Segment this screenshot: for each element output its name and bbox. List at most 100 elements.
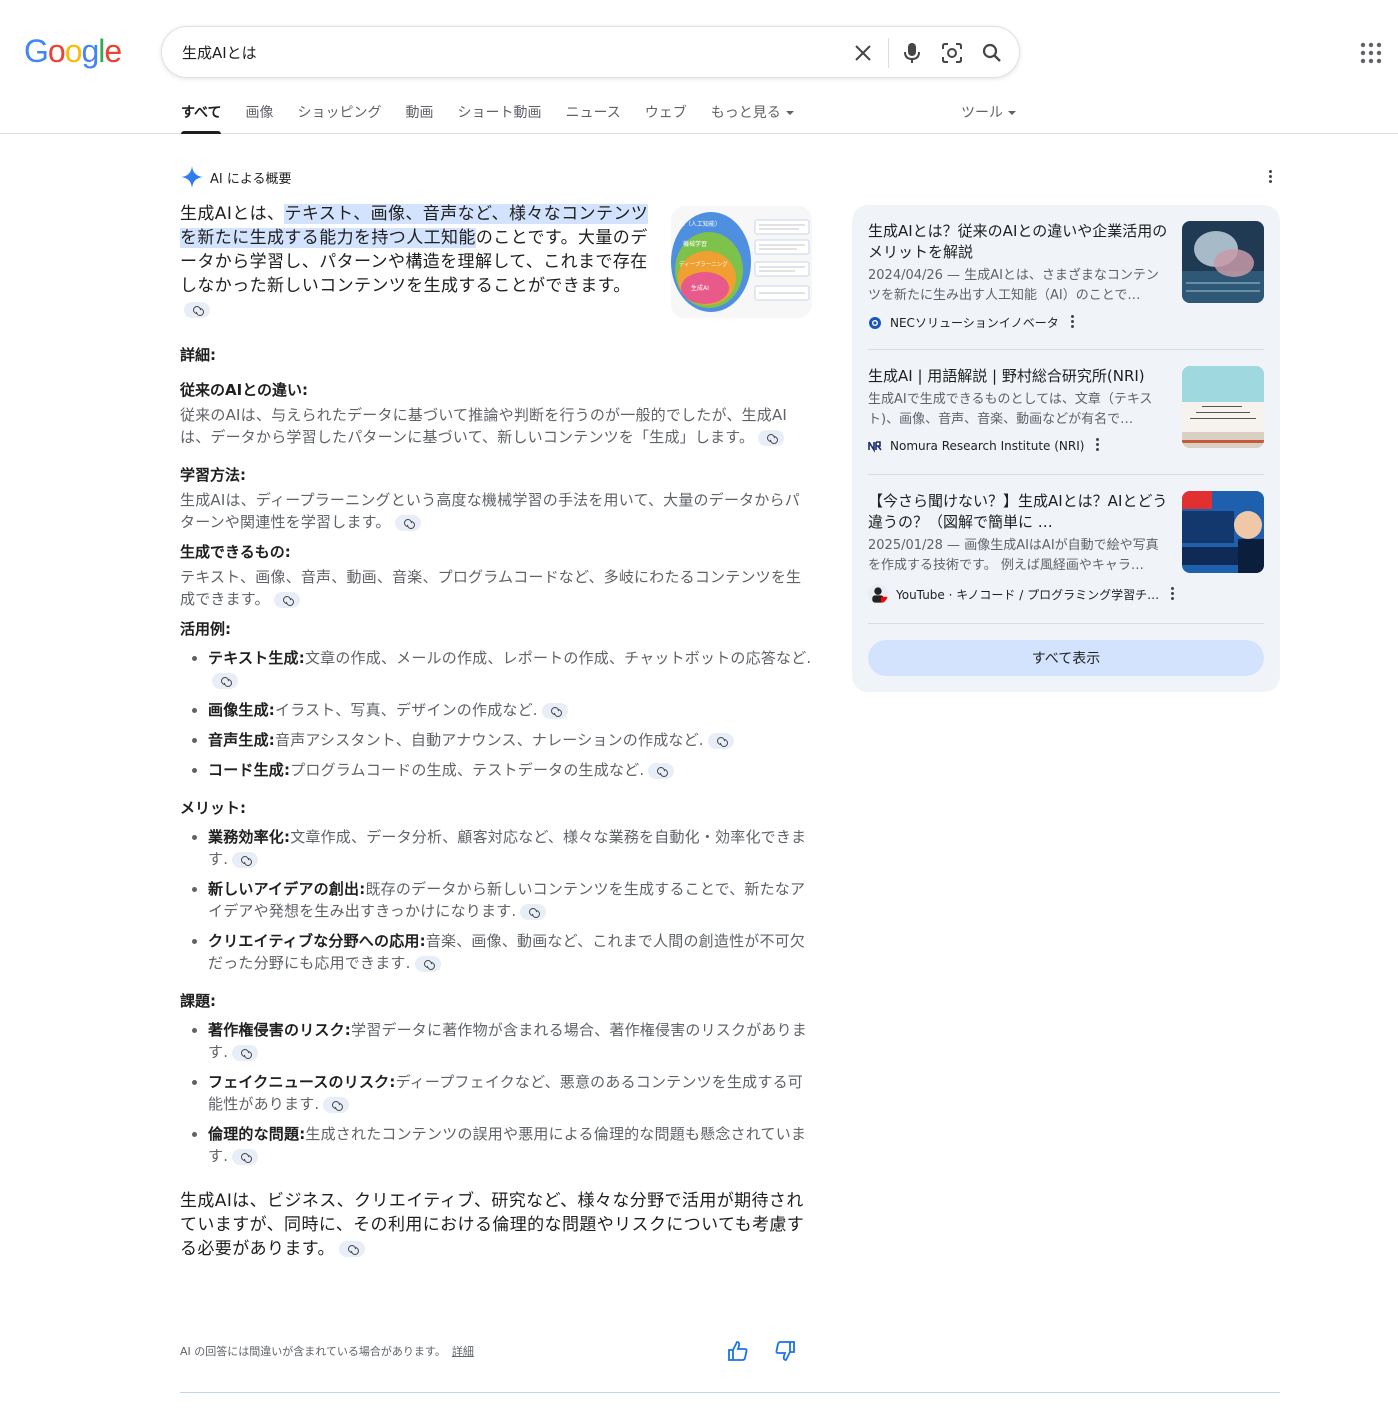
tab-all[interactable]: すべて — [181, 102, 222, 134]
search-box[interactable]: 生成AIとは — [161, 26, 1020, 78]
citation-link-icon[interactable] — [232, 851, 259, 868]
search-tabs: すべて 画像 ショッピング 動画 ショート動画 ニュース ウェブ もっと見る — [181, 102, 818, 134]
list-item: 画像生成:イラスト、写真、デザインの作成など. — [208, 699, 812, 721]
citation-link-icon[interactable] — [758, 429, 785, 446]
merit-list: 業務効率化:文章作成、データ分析、顧客対応など、様々な業務を自動化・効率化できま… — [180, 826, 812, 974]
source-card[interactable]: 生成AI | 用語解説 | 野村総合研究所(NRI) 生成AIで生成できるものと… — [868, 366, 1264, 453]
source-thumbnail[interactable] — [1182, 491, 1264, 573]
ai-overview-header: AI による概要 — [180, 165, 291, 189]
chevron-down-icon — [1008, 111, 1016, 115]
learn-text: 生成AIは、ディープラーニングという高度な機械学習の手法を用いて、大量のデータか… — [180, 491, 800, 531]
citation-link-icon[interactable] — [648, 762, 675, 779]
sources-panel: 生成AIとは？従来のAIとの違いや企業活用のメリットを解説 2024/04/26… — [852, 205, 1280, 692]
source-card[interactable]: 【今さら聞けない？】生成AIとは？AIとどう違うの？（図解で簡単に … 2025… — [868, 491, 1264, 604]
citation-link-icon[interactable] — [414, 955, 441, 972]
tab-short-videos[interactable]: ショート動画 — [457, 102, 541, 134]
tab-news[interactable]: ニュース — [565, 102, 620, 134]
thumbs-up-icon[interactable] — [727, 1340, 749, 1362]
show-all-button[interactable]: すべて表示 — [868, 640, 1264, 676]
source-thumbnail[interactable] — [1182, 221, 1264, 303]
logo-letter: o — [64, 33, 83, 69]
diagram-label: 機械学習 — [683, 240, 707, 248]
microphone-icon[interactable] — [899, 40, 925, 66]
diagram-label: 生成AI — [691, 284, 709, 292]
tab-images[interactable]: 画像 — [245, 102, 273, 134]
list-item: フェイクニュースのリスク:ディープフェイクなど、悪意のあるコンテンツを生成する可… — [208, 1071, 812, 1115]
more-options-icon[interactable] — [1070, 315, 1074, 330]
youtube-channel-avatar — [868, 584, 888, 604]
ai-closing-paragraph: 生成AIは、ビジネス、クリエイティブ、研究など、様々な分野で活用が期待されていま… — [180, 1191, 805, 1259]
use-heading: 活用例: — [180, 620, 231, 638]
divider — [868, 474, 1264, 475]
search-divider — [888, 38, 889, 68]
use-list: テキスト生成:文章の作成、メールの作成、レポートの作成、チャットボットの応答など… — [180, 647, 812, 781]
issue-list: 著作権侵害のリスク:学習データに著作物が含まれる場合、著作権侵害のリスクがありま… — [180, 1019, 812, 1167]
citation-link-icon[interactable] — [707, 732, 734, 749]
diff-text: 従来のAIは、与えられたデータに基づいて推論や判断を行うのが一般的でしたが、生成… — [180, 406, 788, 446]
source-title[interactable]: 【今さら聞けない？】生成AIとは？AIとどう違うの？（図解で簡単に … — [868, 491, 1170, 533]
tab-more[interactable]: もっと見る — [711, 102, 794, 134]
divider — [868, 349, 1264, 350]
divider — [180, 1392, 1280, 1393]
more-options-icon[interactable] — [1171, 586, 1175, 602]
diagram-label: AI（人工知能） — [679, 220, 721, 228]
tools-menu[interactable]: ツール — [961, 102, 1016, 122]
header: Google 生成AIとは すべて 画像 ショッピング 動画 ショート動画 ニュ… — [0, 0, 1398, 134]
citation-link-icon[interactable] — [520, 903, 547, 920]
more-options-icon[interactable] — [1266, 170, 1274, 186]
source-name: YouTube · キノコード / プログラミング学習チ… — [896, 587, 1160, 602]
tab-web[interactable]: ウェブ — [645, 102, 687, 134]
diagram-label: ディープラーニング — [679, 260, 728, 268]
learn-more-link[interactable]: 詳細 — [452, 1345, 474, 1358]
source-thumbnail[interactable] — [1182, 366, 1264, 448]
thumbs-down-icon[interactable] — [774, 1340, 796, 1362]
camera-lens-icon[interactable] — [939, 40, 965, 66]
clear-icon[interactable] — [850, 40, 876, 66]
source-card[interactable]: 生成AIとは？従来のAIとの違いや企業活用のメリットを解説 2024/04/26… — [868, 221, 1264, 331]
source-title[interactable]: 生成AI | 用語解説 | 野村総合研究所(NRI) — [868, 366, 1170, 387]
search-icon[interactable] — [979, 40, 1005, 66]
logo-letter: o — [47, 33, 66, 69]
source-name: NECソリューションイノベータ — [890, 316, 1059, 330]
source-snippet: 2025/01/28 — 画像生成AIはAIが自動で絵や写真を作成する技術です。… — [868, 538, 1159, 573]
google-logo[interactable]: Google — [24, 33, 122, 70]
issue-heading: 課題: — [180, 992, 216, 1010]
citation-link-icon[interactable] — [394, 514, 421, 531]
can-text: テキスト、画像、音声、動画、音楽、プログラムコードなど、多岐にわたるコンテンツを… — [180, 568, 802, 608]
can-heading: 生成できるもの: — [180, 543, 291, 561]
learn-heading: 学習方法: — [180, 466, 246, 484]
list-item: 音声生成:音声アシスタント、自動アナウンス、ナレーションの作成など. — [208, 729, 812, 751]
source-name: Nomura Research Institute (NRI) — [890, 438, 1085, 453]
apps-grid-icon[interactable] — [1360, 42, 1382, 64]
ai-overview-label: AI による概要 — [210, 171, 292, 187]
list-item: 業務効率化:文章作成、データ分析、顧客対応など、様々な業務を自動化・効率化できま… — [208, 826, 812, 870]
source-site: NECソリューションイノベータ — [868, 314, 1264, 331]
details-heading: 詳細: — [180, 346, 216, 364]
ai-lead-paragraph: 生成AIとは、テキスト、画像、音声など、様々なコンテンツを新たに生成する能力を持… — [180, 202, 658, 322]
list-item: テキスト生成:文章の作成、メールの作成、レポートの作成、チャットボットの応答など… — [208, 647, 812, 691]
citation-link-icon[interactable] — [184, 302, 210, 318]
citation-link-icon[interactable] — [212, 672, 238, 689]
tab-shopping[interactable]: ショッピング — [297, 102, 381, 134]
ai-overview-body: 生成AIとは、テキスト、画像、音声など、様々なコンテンツを新たに生成する能力を持… — [180, 202, 812, 1261]
citation-link-icon[interactable] — [232, 1148, 259, 1165]
citation-link-icon[interactable] — [338, 1241, 365, 1257]
citation-link-icon[interactable] — [323, 1096, 350, 1113]
divider — [868, 623, 1264, 624]
logo-letter: G — [24, 33, 49, 69]
citation-link-icon[interactable] — [541, 702, 568, 719]
more-options-icon[interactable] — [1096, 438, 1100, 453]
ai-disclaimer: AI の回答には間違いが含まれている場合があります。 詳細 — [180, 1343, 474, 1359]
globe-icon — [869, 316, 881, 329]
list-item: コード生成:プログラムコードの生成、テストデータの生成など. — [208, 759, 812, 781]
citation-link-icon[interactable] — [273, 591, 300, 608]
source-title[interactable]: 生成AIとは？従来のAIとの違いや企業活用のメリットを解説 — [868, 221, 1170, 263]
list-item: 倫理的な問題:生成されたコンテンツの誤用や悪用による倫理的な問題も懸念されていま… — [208, 1123, 812, 1167]
diff-heading: 従来のAIとの違い: — [180, 381, 309, 399]
lead-text: 生成AIとは、 — [180, 204, 285, 224]
search-input[interactable]: 生成AIとは — [182, 42, 257, 63]
ai-diagram-thumbnail[interactable]: AI（人工知能） 機械学習 ディープラーニング 生成AI — [671, 206, 812, 318]
tab-videos[interactable]: 動画 — [405, 102, 433, 134]
merit-heading: メリット: — [180, 799, 246, 817]
citation-link-icon[interactable] — [232, 1044, 259, 1061]
